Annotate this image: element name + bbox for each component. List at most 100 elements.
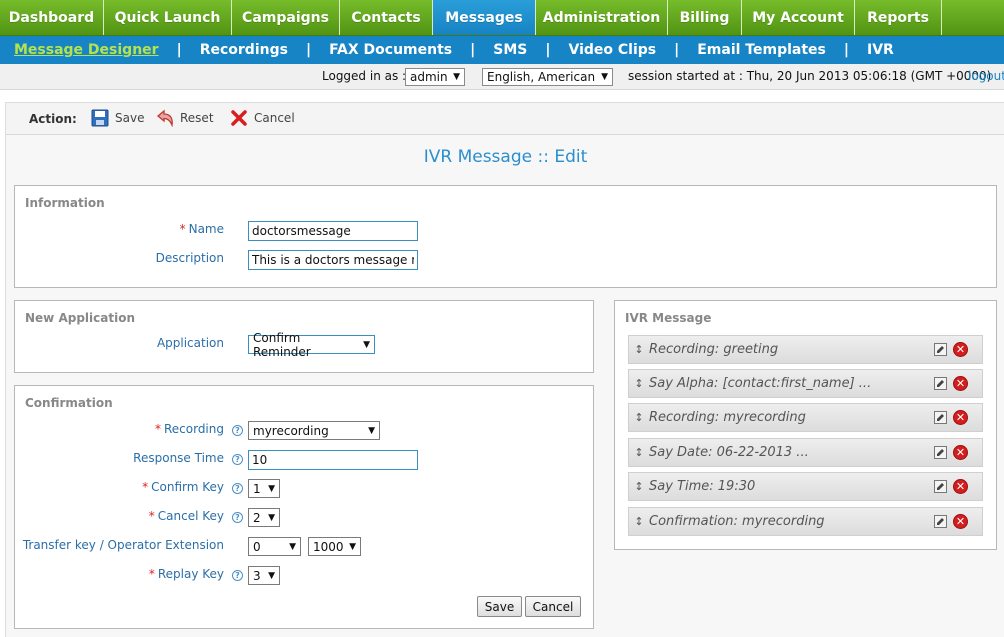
confirm-key-select[interactable]: 1 ▼ xyxy=(248,479,280,498)
main-nav-messages[interactable]: Messages xyxy=(433,0,536,35)
cancel-key-label-text: Cancel Key xyxy=(157,509,224,523)
edit-icon[interactable] xyxy=(934,377,947,390)
main-nav-campaigns[interactable]: Campaigns xyxy=(232,0,340,35)
drag-handle-icon[interactable]: ↕ xyxy=(629,377,649,390)
cancel-action-button[interactable]: Cancel xyxy=(229,108,295,128)
help-icon[interactable]: ? xyxy=(232,483,243,494)
replay-key-value: 3 xyxy=(253,568,261,583)
edit-icon[interactable] xyxy=(934,411,947,424)
language-select[interactable]: English, American ▼ xyxy=(482,68,613,86)
ivr-message-panel: IVR Message ↕ Recording: greeting ✕ ↕ Sa… xyxy=(614,300,997,550)
ivr-item-text: Recording: myrecording xyxy=(649,410,806,425)
recording-label: * Recording xyxy=(155,422,224,436)
cancel-button[interactable]: Cancel xyxy=(525,596,581,617)
main-nav-my-account[interactable]: My Account xyxy=(742,0,855,35)
reset-action-button[interactable]: Reset xyxy=(155,108,214,128)
delete-icon[interactable]: ✕ xyxy=(953,445,968,460)
transfer-key-select[interactable]: 0 ▼ xyxy=(248,537,301,556)
reset-action-label: Reset xyxy=(180,111,214,125)
main-nav-billing[interactable]: Billing xyxy=(668,0,742,35)
sub-nav-fax-documents[interactable]: FAX Documents xyxy=(329,42,452,58)
transfer-key-value: 0 xyxy=(253,539,261,554)
required-marker: * xyxy=(148,509,155,523)
help-icon[interactable]: ? xyxy=(232,454,243,465)
drag-handle-icon[interactable]: ↕ xyxy=(629,480,649,493)
delete-icon[interactable]: ✕ xyxy=(953,479,968,494)
main-nav-dashboard[interactable]: Dashboard xyxy=(0,0,104,35)
content-area: Action: Save Reset Cancel IVR Message::… xyxy=(5,102,1004,637)
save-action-label: Save xyxy=(115,111,145,125)
save-button[interactable]: Save xyxy=(477,596,522,617)
edit-icon[interactable] xyxy=(934,480,947,493)
ivr-list-item[interactable]: ↕ Say Date: 06-22-2013 ... ✕ xyxy=(628,438,983,467)
status-bar: Logged in as : admin ▼ English, American… xyxy=(0,64,1004,90)
confirmation-panel: Confirmation * Recording ? myrecording ▼ … xyxy=(14,385,594,629)
main-nav-administration[interactable]: Administration xyxy=(536,0,668,35)
edit-icon[interactable] xyxy=(934,343,947,356)
delete-icon[interactable]: ✕ xyxy=(953,410,968,425)
ivr-list-item[interactable]: ↕ Confirmation: myrecording ✕ xyxy=(628,507,983,536)
recording-select[interactable]: myrecording ▼ xyxy=(248,421,380,440)
application-select[interactable]: Confirm Reminder ▼ xyxy=(248,331,375,359)
chevron-down-icon: ▼ xyxy=(349,541,356,552)
edit-icon[interactable] xyxy=(934,515,947,528)
chevron-down-icon: ▼ xyxy=(268,570,275,581)
ivr-item-text: Say Date: 06-22-2013 ... xyxy=(649,445,809,460)
ivr-list-item[interactable]: ↕ Recording: myrecording ✕ xyxy=(628,403,983,432)
sub-nav-sms[interactable]: SMS xyxy=(493,42,527,58)
operator-extension-select[interactable]: 1000 ▼ xyxy=(308,537,361,556)
replay-key-select[interactable]: 3 ▼ xyxy=(248,566,280,585)
delete-icon[interactable]: ✕ xyxy=(953,514,968,529)
required-marker: * xyxy=(142,480,149,494)
session-info: session started at : Thu, 20 Jun 2013 05… xyxy=(628,69,992,83)
name-label-text: Name xyxy=(188,222,224,236)
delete-icon[interactable]: ✕ xyxy=(953,376,968,391)
required-marker: * xyxy=(154,422,161,436)
description-input[interactable] xyxy=(248,250,418,270)
recording-label-text: Recording xyxy=(163,422,224,436)
sub-nav-message-designer[interactable]: Message Designer xyxy=(14,42,159,58)
drag-handle-icon[interactable]: ↕ xyxy=(629,411,649,424)
information-panel: Information *Name Description xyxy=(14,185,997,288)
chevron-down-icon: ▼ xyxy=(289,541,296,552)
save-action-button[interactable]: Save xyxy=(90,108,144,128)
ivr-message-title: IVR Message xyxy=(625,311,712,325)
transfer-key-label: Transfer key / Operator Extension xyxy=(22,538,224,552)
help-icon[interactable]: ? xyxy=(232,425,243,436)
drag-handle-icon[interactable]: ↕ xyxy=(629,446,649,459)
name-input[interactable] xyxy=(248,221,418,241)
sub-nav-separator: | xyxy=(470,42,476,58)
help-icon[interactable]: ? xyxy=(232,570,243,581)
replay-key-label: * Replay Key xyxy=(149,567,224,581)
sub-nav-video-clips[interactable]: Video Clips xyxy=(568,42,656,58)
main-nav: Dashboard Quick Launch Campaigns Contact… xyxy=(0,0,1004,36)
sub-nav-ivr[interactable]: IVR xyxy=(867,42,894,58)
main-nav-contacts[interactable]: Contacts xyxy=(340,0,433,35)
sub-nav-separator: | xyxy=(176,42,182,58)
chevron-down-icon: ▼ xyxy=(363,339,370,350)
logout-link[interactable]: logout xyxy=(968,69,1004,83)
chevron-down-icon: ▼ xyxy=(368,425,375,436)
delete-icon[interactable]: ✕ xyxy=(953,342,968,357)
response-time-label: Response Time xyxy=(133,451,224,465)
edit-icon[interactable] xyxy=(934,446,947,459)
drag-handle-icon[interactable]: ↕ xyxy=(629,515,649,528)
ivr-list-item[interactable]: ↕ Say Alpha: [contact:first_name] ... ✕ xyxy=(628,369,983,398)
main-nav-quick-launch[interactable]: Quick Launch xyxy=(104,0,232,35)
response-time-input[interactable] xyxy=(248,450,418,470)
confirm-key-value: 1 xyxy=(253,481,261,496)
ivr-item-text: Say Time: 19:30 xyxy=(649,479,756,494)
sub-nav-recordings[interactable]: Recordings xyxy=(200,42,288,58)
ivr-list-item[interactable]: ↕ Recording: greeting ✕ xyxy=(628,335,983,364)
help-icon[interactable]: ? xyxy=(232,512,243,523)
user-select[interactable]: admin ▼ xyxy=(405,68,465,86)
main-nav-reports[interactable]: Reports xyxy=(855,0,942,35)
language-select-value: English, American xyxy=(487,70,596,84)
cancel-key-select[interactable]: 2 ▼ xyxy=(248,508,280,527)
name-label: * Name xyxy=(180,222,224,236)
sub-nav-email-templates[interactable]: Email Templates xyxy=(697,42,826,58)
information-title: Information xyxy=(25,196,105,210)
ivr-list-item[interactable]: ↕ Say Time: 19:30 ✕ xyxy=(628,472,983,501)
ivr-item-text: Say Alpha: [contact:first_name] ... xyxy=(649,376,872,391)
drag-handle-icon[interactable]: ↕ xyxy=(629,343,649,356)
